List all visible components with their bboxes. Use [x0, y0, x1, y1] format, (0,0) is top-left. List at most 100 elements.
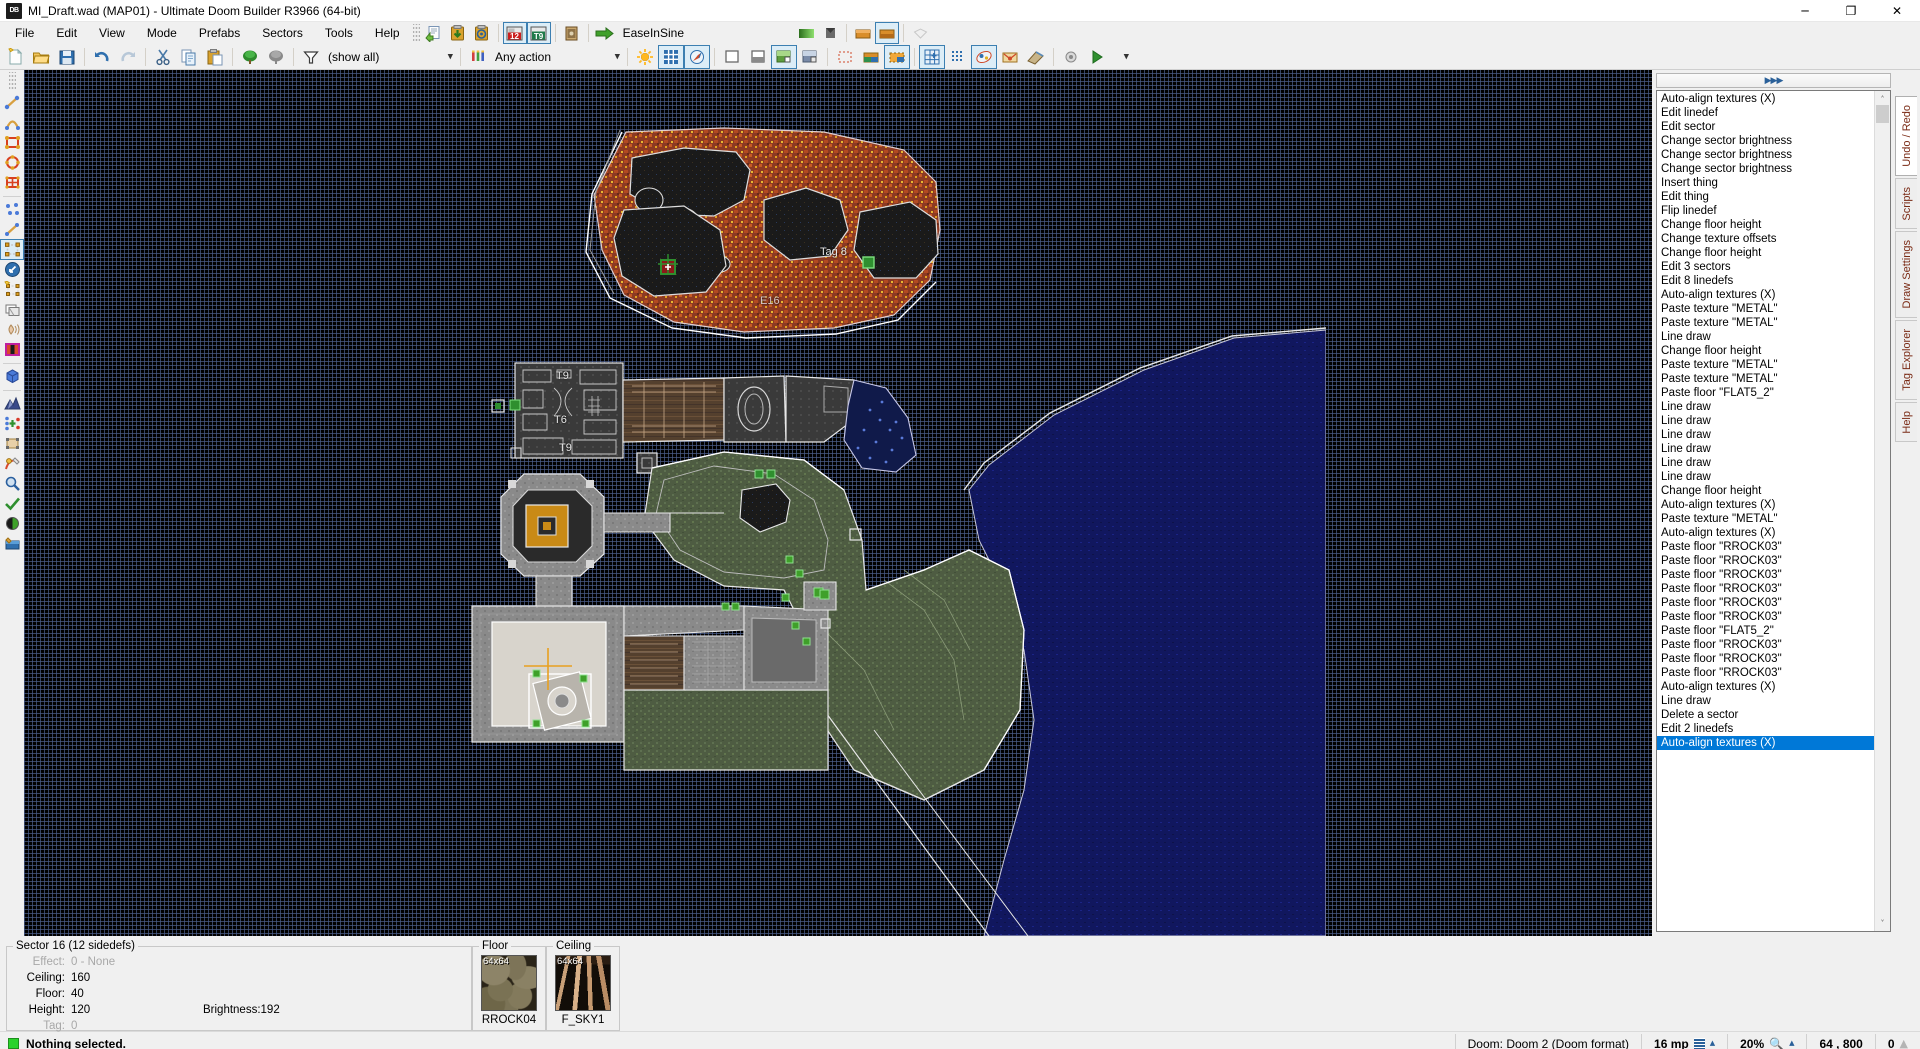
test-map-icon[interactable]	[971, 44, 997, 69]
scrollbar-thumb[interactable]	[1876, 105, 1889, 123]
map-analysis-icon[interactable]	[1024, 46, 1048, 68]
action-icon[interactable]	[466, 46, 490, 68]
undo-list-item[interactable]: Change floor height	[1657, 218, 1874, 232]
sync-camera-icon[interactable]	[684, 44, 710, 69]
undo-list-item[interactable]: Change sector brightness	[1657, 162, 1874, 176]
paste-icon[interactable]	[203, 46, 227, 68]
close-button[interactable]: ✕	[1874, 0, 1920, 22]
undo-redo-list[interactable]: Auto-align textures (X) Edit linedef Edit …	[1656, 90, 1891, 932]
undo-list-item[interactable]: Line draw	[1657, 330, 1874, 344]
undo-list-item[interactable]: Line draw	[1657, 456, 1874, 470]
undo-list-item[interactable]: Paste floor "FLAT5_2"	[1657, 624, 1874, 638]
undo-list-item[interactable]: Change floor height	[1657, 484, 1874, 498]
ceiling-texture-preview[interactable]: 64x64	[555, 955, 611, 1011]
linedef-color-12-icon[interactable]: 12	[502, 22, 527, 44]
undo-list-item[interactable]: Auto-align textures (X)	[1657, 680, 1874, 694]
undo-list-item[interactable]: Paste floor "FLAT5_2"	[1657, 386, 1874, 400]
undo-list-item[interactable]: Change floor height	[1657, 246, 1874, 260]
cut-icon[interactable]	[151, 46, 175, 68]
mode-sectors-icon[interactable]	[0, 239, 24, 260]
undo-list-item[interactable]: Auto-align textures (X)	[1657, 92, 1874, 106]
script-editor-icon[interactable]	[998, 46, 1022, 68]
floor-texture-preview[interactable]: 64x64	[481, 955, 537, 1011]
undo-list-item[interactable]: Paste floor "RROCK03"	[1657, 666, 1874, 680]
auto-clear-selection-icon[interactable]	[859, 46, 883, 68]
mode-vertex-slope-icon[interactable]	[1, 414, 23, 433]
filter-icon[interactable]	[299, 46, 323, 68]
tab-undo-redo[interactable]: Undo / Redo	[1895, 96, 1917, 176]
tool-draw-rectangle-icon[interactable]	[1, 133, 23, 152]
play-test-icon[interactable]	[1085, 46, 1109, 68]
left-toolbar-grip[interactable]	[8, 72, 16, 90]
menu-sectors[interactable]: Sectors	[251, 23, 314, 43]
undo-list-item[interactable]: Line draw	[1657, 414, 1874, 428]
gradient-brightness-icon[interactable]	[795, 23, 817, 43]
mode-flat-align-icon[interactable]	[1, 434, 23, 453]
undo-list-item[interactable]: Edit linedef	[1657, 106, 1874, 120]
undo-list-item[interactable]: Delete a sector	[1657, 708, 1874, 722]
undo-list-item[interactable]: Change texture offsets	[1657, 232, 1874, 246]
undo-list-item[interactable]: Edit thing	[1657, 190, 1874, 204]
show-filter-combo[interactable]: (show all)	[324, 47, 434, 67]
undo-list-item[interactable]: Edit 3 sectors	[1657, 260, 1874, 274]
mode-find-replace-icon[interactable]	[1, 474, 23, 493]
save-map-icon[interactable]	[55, 46, 79, 68]
snap-to-geometry-icon[interactable]	[833, 46, 857, 68]
mode-brightness-icon[interactable]	[1, 300, 23, 319]
undo-list-item[interactable]: Paste texture "METAL"	[1657, 372, 1874, 386]
mode-visual-3d-icon[interactable]	[1, 367, 23, 386]
undo-list-item[interactable]: Change sector brightness	[1657, 148, 1874, 162]
scroll-down-button[interactable]: ˅	[1875, 915, 1890, 931]
undo-list-item[interactable]: Paste floor "RROCK03"	[1657, 554, 1874, 568]
heart-shape-icon[interactable]	[909, 23, 931, 43]
snap-to-grid-icon[interactable]	[919, 44, 945, 69]
gradient-ceiling-icon[interactable]	[852, 23, 874, 43]
tool-draw-curve-icon[interactable]	[1, 113, 23, 132]
menu-view[interactable]: View	[88, 23, 136, 43]
reload-resources-icon[interactable]	[1059, 46, 1083, 68]
undo-list-item[interactable]: Line draw	[1657, 470, 1874, 484]
mode-terrain-icon[interactable]	[1, 394, 23, 413]
undo-list-item[interactable]: Paste floor "RROCK03"	[1657, 596, 1874, 610]
undo-list-item[interactable]: Change sector brightness	[1657, 134, 1874, 148]
redo-icon[interactable]	[116, 46, 140, 68]
undo-list-item[interactable]: Edit 8 linedefs	[1657, 274, 1874, 288]
dynamic-grid-icon[interactable]	[946, 46, 970, 68]
toggle-models-icon[interactable]	[771, 44, 797, 69]
menu-prefabs[interactable]: Prefabs	[188, 23, 251, 43]
tab-help[interactable]: Help	[1895, 401, 1917, 443]
undo-list-item[interactable]: Line draw	[1657, 400, 1874, 414]
mode-curve-linedefs-icon[interactable]	[1, 454, 23, 473]
zoom-cell[interactable]: 20% 🔍 ▲	[1727, 1033, 1806, 1049]
prefab-settings-icon[interactable]	[471, 23, 493, 43]
new-map-icon[interactable]	[3, 46, 27, 68]
undo-list-item[interactable]: Auto-align textures (X)	[1657, 736, 1874, 750]
undo-list-item[interactable]: Paste texture "METAL"	[1657, 512, 1874, 526]
tool-draw-lines-icon[interactable]	[1, 93, 23, 112]
texture-browser-icon[interactable]	[561, 23, 583, 43]
undo-list-item[interactable]: Paste texture "METAL"	[1657, 316, 1874, 330]
undo-list-item[interactable]: Paste floor "RROCK03"	[1657, 582, 1874, 596]
undo-list-item[interactable]: Paste floor "RROCK03"	[1657, 652, 1874, 666]
toggle-fog-icon[interactable]	[720, 46, 744, 68]
undo-icon[interactable]	[90, 46, 114, 68]
any-action-dropdown[interactable]: ▼	[601, 48, 623, 66]
copy-icon[interactable]	[177, 46, 201, 68]
undo-list-item[interactable]: Edit sector	[1657, 120, 1874, 134]
undo-list-item[interactable]: Paste texture "METAL"	[1657, 302, 1874, 316]
toolbar-grip[interactable]	[412, 24, 420, 42]
undo-list-scrollbar[interactable]: ˄ ˅	[1874, 91, 1890, 931]
tab-scripts[interactable]: Scripts	[1895, 177, 1917, 230]
export-icon[interactable]	[594, 23, 616, 43]
undo-list-item[interactable]: Paste floor "RROCK03"	[1657, 540, 1874, 554]
grid-dropdown-icon[interactable]: ▲	[1710, 1040, 1715, 1047]
mode-sound-propagation-icon[interactable]	[1, 320, 23, 339]
undo-list-item[interactable]: Edit 2 linedefs	[1657, 722, 1874, 736]
insert-prefab-icon[interactable]	[447, 23, 469, 43]
undo-list-item[interactable]: Line draw	[1657, 442, 1874, 456]
undo-list-item[interactable]: Auto-align textures (X)	[1657, 526, 1874, 540]
select-similar-icon[interactable]	[884, 44, 910, 69]
grid-size-cell[interactable]: 16 mp ▲	[1641, 1033, 1727, 1049]
copy-prefab-icon[interactable]	[423, 23, 445, 43]
menu-tools[interactable]: Tools	[314, 23, 364, 43]
